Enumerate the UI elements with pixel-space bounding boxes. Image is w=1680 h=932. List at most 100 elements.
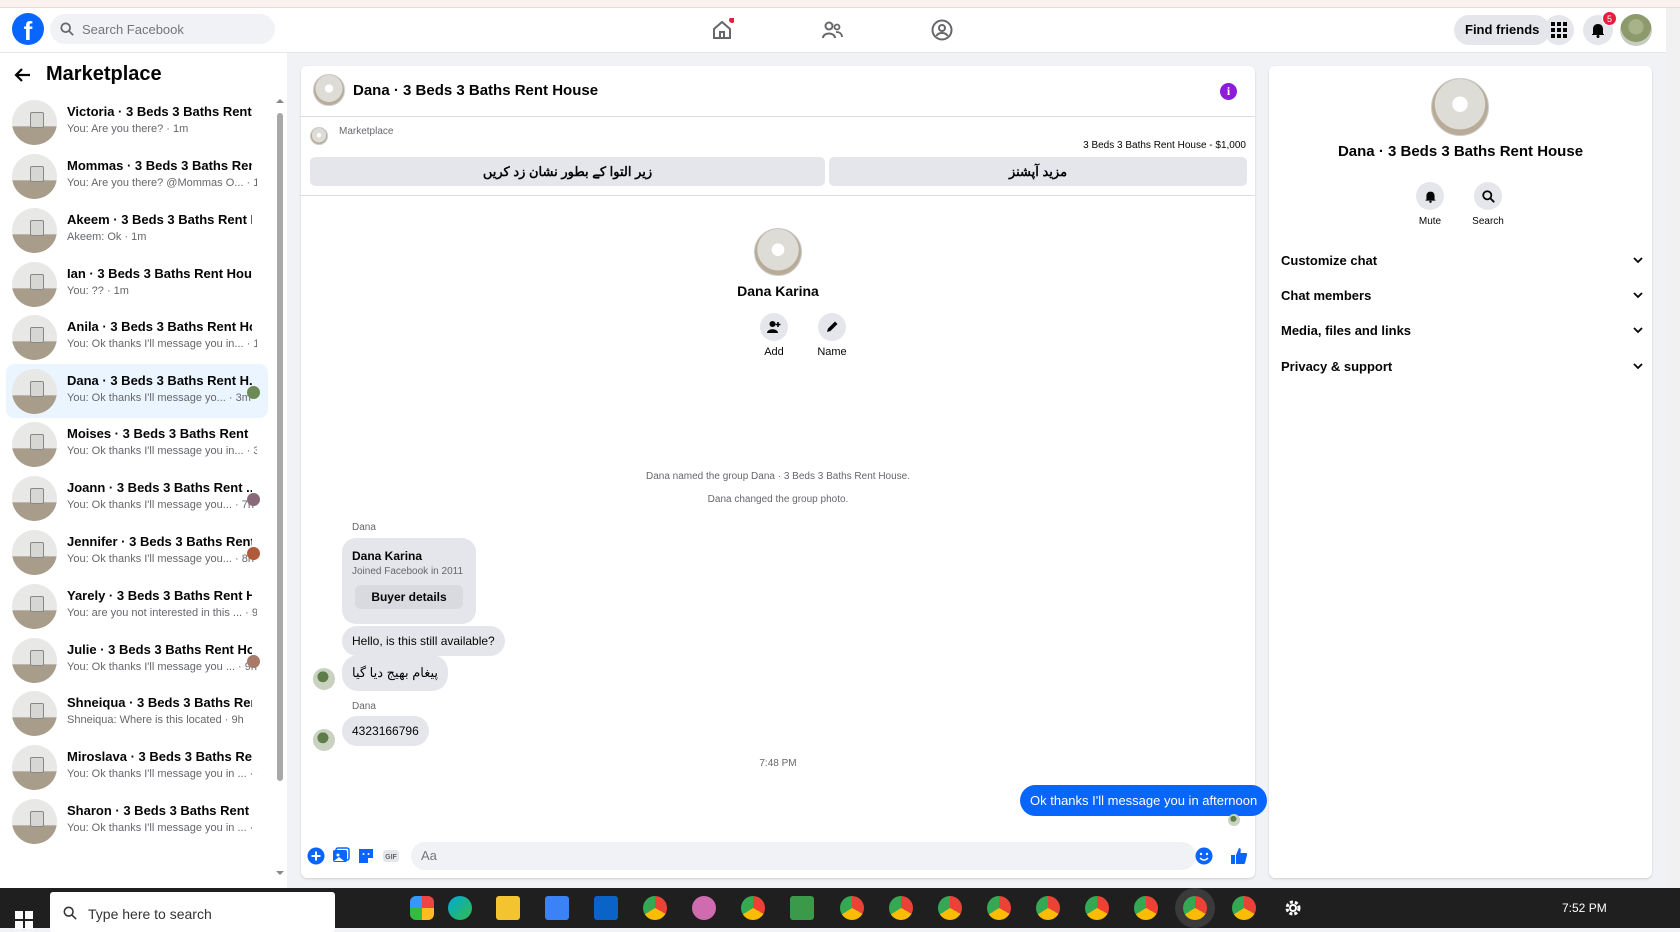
chrome-icon[interactable] — [1036, 896, 1060, 920]
conversation-thumbnail — [12, 584, 57, 629]
file-explorer-icon[interactable] — [496, 896, 520, 920]
conversation-item[interactable]: Julie · 3 Beds 3 Baths Rent Ho... You: Ok… — [6, 633, 268, 687]
taskbar-search[interactable]: Type here to search — [50, 892, 335, 932]
search-box[interactable] — [50, 14, 275, 44]
windows-start-icon[interactable] — [15, 911, 33, 929]
friends-icon[interactable] — [820, 18, 844, 42]
home-icon[interactable] — [710, 18, 734, 42]
conversation-item[interactable]: Jennifer · 3 Beds 3 Baths Rent... You: Ok… — [6, 525, 268, 579]
taskbar-clock[interactable]: 7:52 PM — [1562, 901, 1607, 915]
message-bubble[interactable]: Hello, is this still available? — [342, 626, 505, 656]
thumbs-up-icon[interactable] — [1230, 847, 1248, 865]
chrome-icon[interactable] — [1232, 896, 1256, 920]
message-composer: GIF — [301, 836, 1255, 876]
conversation-item[interactable]: Akeem · 3 Beds 3 Baths Rent H... Akeem: O… — [6, 203, 268, 257]
photo-icon[interactable] — [332, 847, 350, 865]
rename-button[interactable]: Name — [807, 313, 857, 358]
conversation-name: Miroslava · 3 Beds 3 Baths Rent ... — [67, 749, 252, 764]
section-chat-members[interactable]: Chat members — [1281, 280, 1643, 310]
conversation-item[interactable]: Moises · 3 Beds 3 Baths Rent H... You: Ok… — [6, 417, 268, 471]
chrome-icon[interactable] — [987, 896, 1011, 920]
conversation-item[interactable]: Miroslava · 3 Beds 3 Baths Rent ... You: … — [6, 740, 268, 794]
sender-name: Dana — [352, 701, 376, 712]
emoji-icon[interactable] — [1195, 847, 1213, 865]
section-label: Privacy & support — [1281, 358, 1393, 374]
conversation-item[interactable]: Ian · 3 Beds 3 Baths Rent House You: ?? ·… — [6, 257, 268, 311]
add-people-button[interactable]: Add — [749, 313, 799, 358]
search-input[interactable] — [82, 21, 252, 37]
chrome-icon[interactable] — [1134, 896, 1158, 920]
chrome-icon[interactable] — [889, 896, 913, 920]
search-icon — [1481, 189, 1495, 203]
menu-button[interactable] — [1544, 15, 1574, 45]
chevron-down-icon — [1633, 257, 1643, 264]
chrome-icon[interactable] — [1085, 896, 1109, 920]
read-receipt-avatar — [1228, 814, 1240, 826]
info-group-name: Dana · 3 Beds 3 Baths Rent House — [1337, 143, 1584, 160]
conversation-snippet: You: Ok thanks I'll message you... · 8h — [67, 553, 254, 565]
chrome-active-icon[interactable] — [1183, 896, 1207, 920]
conversation-item[interactable]: Joann · 3 Beds 3 Baths Rent ... You: Ok t… — [6, 471, 268, 525]
conversation-item[interactable]: Shneiqua · 3 Beds 3 Baths Rent ... Shneiq… — [6, 686, 268, 740]
mark-pending-button[interactable]: زیر التوا کے بطور نشان زد کریں — [310, 157, 825, 186]
sheets-icon[interactable] — [790, 896, 814, 920]
listing-price[interactable]: 3 Beds 3 Baths Rent House - $1,000 — [1083, 140, 1246, 151]
conversation-item[interactable]: Anila · 3 Beds 3 Baths Rent House You: Ok… — [6, 310, 268, 364]
sticker-icon[interactable] — [357, 847, 375, 865]
info-icon[interactable]: i — [1220, 83, 1237, 100]
find-friends-button[interactable]: Find friends — [1454, 15, 1551, 45]
chevron-down-icon — [1633, 292, 1643, 299]
section-customize-chat[interactable]: Customize chat — [1281, 245, 1643, 275]
conversation-snippet: You: Ok thanks I'll message you ... · 9h — [67, 661, 257, 673]
page-scrollbar[interactable] — [1666, 8, 1680, 888]
conversation-snippet: You: Are you there? @Mommas O... · 1m — [67, 177, 257, 189]
back-arrow-icon[interactable] — [14, 66, 32, 84]
conversation-thumbnail — [12, 154, 57, 199]
chrome-profile-icon[interactable] — [741, 896, 765, 920]
scroll-down-arrow-icon[interactable] — [276, 869, 284, 877]
paint-icon[interactable] — [692, 896, 716, 920]
conversation-item[interactable]: Sharon · 3 Beds 3 Baths Rent H... You: Ok… — [6, 794, 268, 848]
settings-gear-icon[interactable] — [1282, 897, 1304, 919]
outlook-icon[interactable] — [594, 896, 618, 920]
group-photo[interactable] — [313, 74, 345, 106]
sidebar-scrollbar[interactable] — [276, 93, 284, 883]
sender-avatar[interactable] — [313, 729, 335, 751]
store-icon[interactable] — [545, 896, 569, 920]
conversation-item[interactable]: Mommas · 3 Beds 3 Baths Rent ... You: Are… — [6, 149, 268, 203]
conversation-snippet: You: Ok thanks I'll message you... · 7h — [67, 499, 254, 511]
buyer-details-button[interactable]: Buyer details — [355, 585, 463, 609]
chrome-icon[interactable] — [643, 896, 667, 920]
more-options-button[interactable]: مزید آپشنز — [829, 157, 1247, 186]
account-avatar[interactable] — [1620, 14, 1652, 46]
chrome-icon[interactable] — [938, 896, 962, 920]
scroll-up-arrow-icon[interactable] — [276, 97, 284, 105]
message-bubble[interactable]: پیغام بھیج دیا گیا — [342, 655, 449, 691]
my-message-bubble[interactable]: Ok thanks I'll message you in afternoon — [1020, 785, 1268, 816]
gif-icon[interactable]: GIF — [382, 847, 400, 865]
chat-title[interactable]: Dana · 3 Beds 3 Baths Rent House — [353, 82, 598, 99]
sender-avatar[interactable] — [313, 668, 335, 690]
section-privacy-support[interactable]: Privacy & support — [1281, 351, 1643, 381]
conversation-item[interactable]: Yarely · 3 Beds 3 Baths Rent Ho... You: a… — [6, 579, 268, 633]
facebook-logo-icon[interactable]: f — [12, 13, 44, 45]
section-media-files-links[interactable]: Media, files and links — [1281, 315, 1643, 345]
message-bubble[interactable]: 4323166796 — [342, 716, 429, 746]
conversation-item[interactable]: Dana · 3 Beds 3 Baths Rent H... You: Ok t… — [6, 364, 268, 418]
message-input[interactable] — [411, 842, 1196, 870]
listing-thumbnail[interactable] — [310, 127, 328, 145]
copilot-icon[interactable] — [410, 896, 434, 920]
profile-photo[interactable] — [754, 228, 802, 276]
search-in-chat-button[interactable]: Search — [1460, 182, 1516, 227]
groups-icon[interactable] — [930, 18, 954, 42]
edge-icon[interactable] — [448, 896, 472, 920]
conversation-item[interactable]: Victoria · 3 Beds 3 Baths Rent H... You: … — [6, 95, 268, 149]
info-group-photo[interactable] — [1431, 78, 1489, 136]
plus-circle-icon[interactable] — [307, 847, 325, 865]
mute-button[interactable]: Mute — [1402, 182, 1458, 227]
sidebar-scroll-thumb[interactable] — [277, 113, 283, 781]
section-label: Customize chat — [1281, 252, 1378, 268]
chrome-icon[interactable] — [840, 896, 864, 920]
add-person-icon — [767, 321, 781, 333]
section-label: Media, files and links — [1281, 322, 1412, 338]
